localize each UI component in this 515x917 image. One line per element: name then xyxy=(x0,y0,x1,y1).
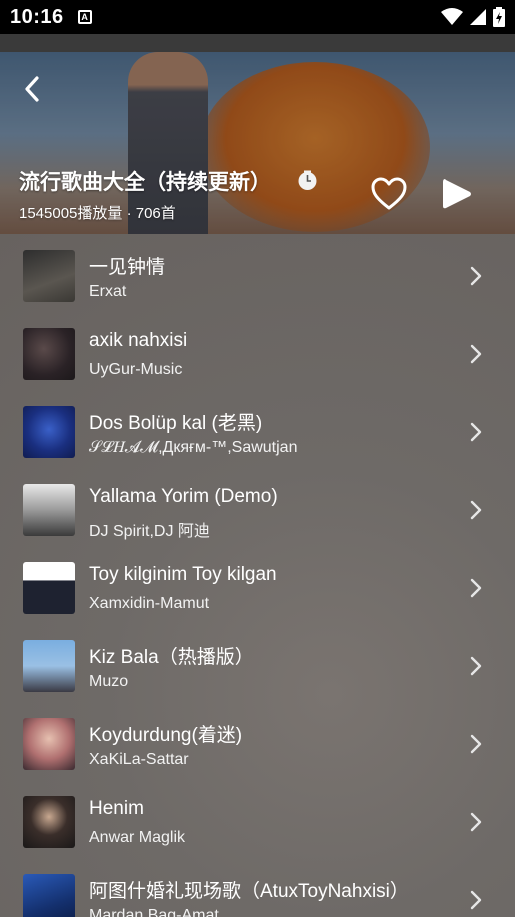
chevron-right-icon xyxy=(470,422,482,442)
play-all-button[interactable] xyxy=(440,176,474,212)
chevron-right-icon xyxy=(470,812,482,832)
notification-icon: A xyxy=(77,10,92,24)
playlist-title: 流行歌曲大全（持续更新） xyxy=(19,171,271,194)
status-bar: 10:16 A xyxy=(0,0,515,34)
song-artist: Erxat xyxy=(89,283,127,300)
song-artist: 𝒮𝓛𝐻𝓐𝓜,Дкяғм-™,Sawutjan xyxy=(89,439,298,456)
song-cover xyxy=(23,874,75,917)
song-artist: Muzo xyxy=(89,673,129,690)
back-button[interactable] xyxy=(18,72,46,106)
song-cover xyxy=(23,796,75,848)
song-row[interactable]: Koydurdung(着迷) XaKiLa-Sattar xyxy=(0,702,515,780)
status-icons xyxy=(441,7,505,27)
song-list: 一见钟情 Erxat axik nahxisi UyGur-Music Dos … xyxy=(0,234,515,917)
song-row[interactable]: Toy kilginim Toy kilgan Xamxidin-Mamut xyxy=(0,546,515,624)
song-cover xyxy=(23,406,75,458)
song-title: Dos Bolüp kal (老黑) xyxy=(89,413,263,434)
song-artist: DJ Spirit,DJ 阿迪 xyxy=(89,523,210,540)
play-icon xyxy=(443,179,471,209)
status-time: 10:16 xyxy=(10,5,64,28)
chevron-right-icon xyxy=(470,890,482,910)
song-cover xyxy=(23,718,75,770)
song-row[interactable]: 阿图什婚礼现场歌（AtuxToyNahxisi） Mardan Bag-Amat xyxy=(0,858,515,917)
clock-icon xyxy=(298,170,317,190)
song-artist: UyGur-Music xyxy=(89,361,183,378)
battery-icon xyxy=(493,7,505,27)
song-row[interactable]: Henim Anwar Maglik xyxy=(0,780,515,858)
song-cover xyxy=(23,484,75,536)
favorite-button[interactable] xyxy=(370,176,408,212)
song-cover xyxy=(23,250,75,302)
song-title: Yallama Yorim (Demo) xyxy=(89,486,278,507)
heart-icon xyxy=(371,177,407,210)
song-cover xyxy=(23,328,75,380)
song-cover xyxy=(23,562,75,614)
wifi-icon xyxy=(441,8,463,25)
chevron-right-icon xyxy=(470,656,482,676)
song-title: Toy kilginim Toy kilgan xyxy=(89,564,277,585)
chevron-right-icon xyxy=(470,344,482,364)
song-row[interactable]: axik nahxisi UyGur-Music xyxy=(0,312,515,390)
song-title: axik nahxisi xyxy=(89,330,188,351)
song-title: Henim xyxy=(89,798,144,819)
song-row[interactable]: Yallama Yorim (Demo) DJ Spirit,DJ 阿迪 xyxy=(0,468,515,546)
signal-icon xyxy=(470,9,486,25)
chevron-left-icon xyxy=(25,76,39,102)
song-artist: Anwar Maglik xyxy=(89,829,186,846)
song-row[interactable]: Dos Bolüp kal (老黑) 𝒮𝓛𝐻𝓐𝓜,Дкяғм-™,Sawutja… xyxy=(0,390,515,468)
song-row[interactable]: Kiz Bala（热播版） Muzo xyxy=(0,624,515,702)
song-row[interactable]: 一见钟情 Erxat xyxy=(0,234,515,312)
song-cover xyxy=(23,640,75,692)
song-title: 阿图什婚礼现场歌（AtuxToyNahxisi） xyxy=(89,881,409,902)
chevron-right-icon xyxy=(470,734,482,754)
song-title: Kiz Bala（热播版） xyxy=(89,647,254,668)
chevron-right-icon xyxy=(470,578,482,598)
song-artist: Xamxidin-Mamut xyxy=(89,595,210,612)
song-title: 一见钟情 xyxy=(89,257,166,278)
song-title: Koydurdung(着迷) xyxy=(89,725,243,746)
playlist-stats: 1545005播放量 · 706首 xyxy=(19,205,176,222)
status-strip xyxy=(0,34,515,52)
chevron-right-icon xyxy=(470,500,482,520)
song-artist: XaKiLa-Sattar xyxy=(89,751,189,768)
chevron-right-icon xyxy=(470,266,482,286)
song-artist: Mardan Bag-Amat xyxy=(89,907,219,917)
playlist-header: 流行歌曲大全（持续更新） 1545005播放量 · 706首 xyxy=(0,52,515,234)
